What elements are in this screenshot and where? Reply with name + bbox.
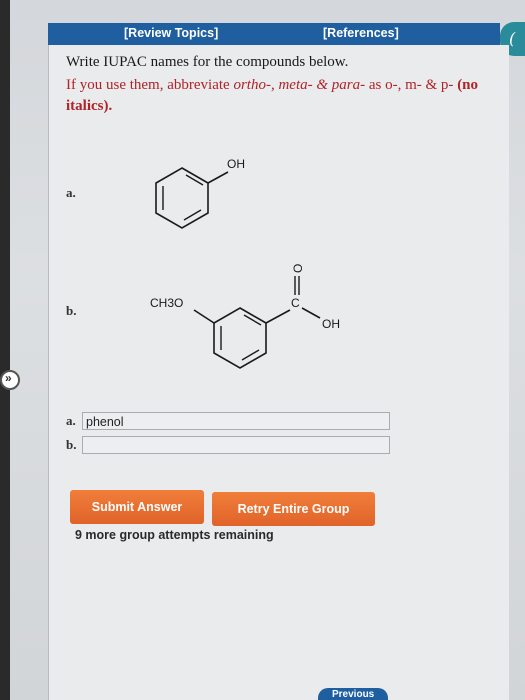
chevron-icon: » [5, 371, 12, 385]
references-link[interactable]: [References] [323, 26, 399, 40]
acid-hydroxyl: OH [322, 317, 340, 331]
question-panel [48, 45, 509, 700]
abbreviation-note: If you use them, abbreviate ortho-, meta… [66, 77, 479, 114]
answer-a-input[interactable]: phenol [82, 412, 390, 430]
carbonyl-carbon: C [291, 296, 300, 310]
retry-group-button[interactable]: Retry Entire Group [212, 492, 375, 526]
carbonyl-oxygen: O [291, 264, 305, 273]
answer-a-label: a. [66, 413, 76, 428]
answer-b-label: b. [66, 437, 77, 452]
expand-badge[interactable]: » [0, 370, 20, 390]
compound-a-structure: OH [155, 157, 245, 229]
attempts-remaining: 9 more group attempts remaining [75, 528, 274, 542]
hydroxyl-group: OH [227, 157, 245, 171]
methoxy-group: CH3O [150, 296, 183, 310]
answer-b-input[interactable] [82, 436, 390, 454]
instruction-text: Write IUPAC names for the compounds belo… [66, 54, 349, 70]
previous-button[interactable]: Previous [318, 688, 388, 700]
submit-answer-button[interactable]: Submit Answer [70, 490, 204, 524]
compound-a-label: a. [66, 185, 76, 200]
compound-b-structure: CH3O C O OH [150, 264, 340, 369]
info-icon: ( [509, 29, 516, 48]
compound-b-label: b. [66, 303, 77, 318]
header-bar [48, 23, 500, 45]
review-topics-link[interactable]: [Review Topics] [124, 26, 218, 40]
